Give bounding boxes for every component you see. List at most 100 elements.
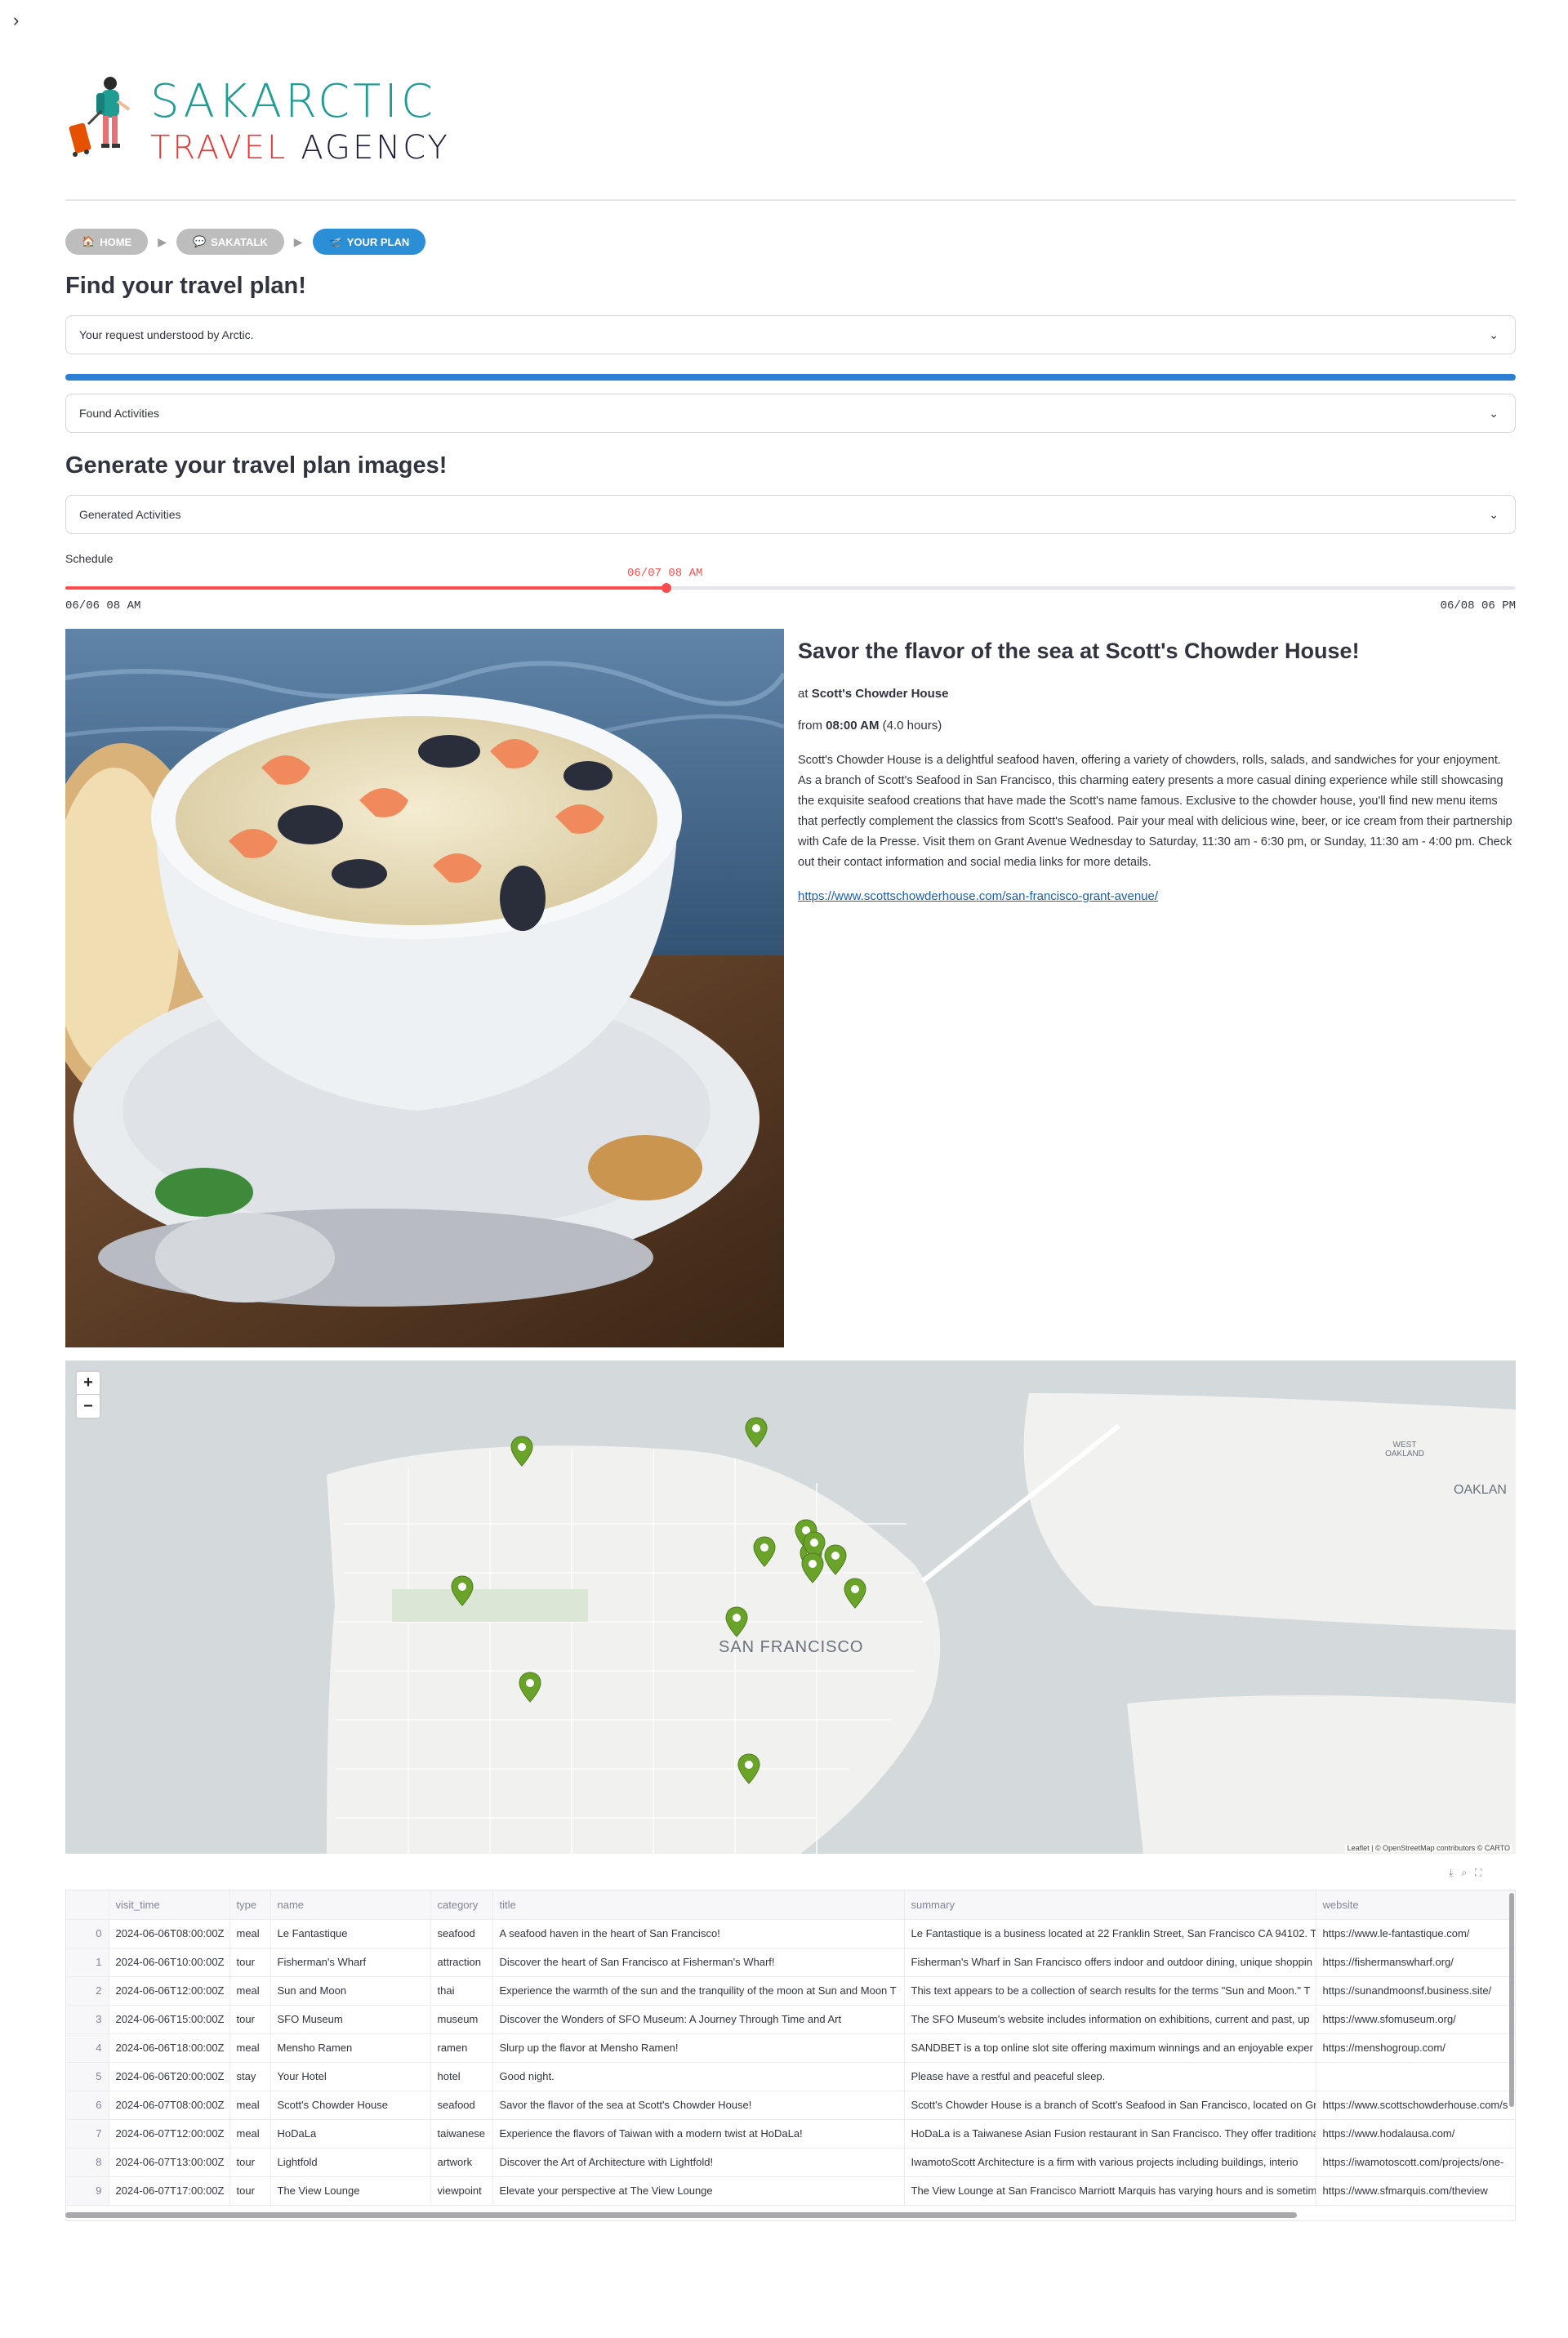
table-cell[interactable]: Slurp up the flavor at Mensho Ramen! <box>492 2033 905 2063</box>
request-expander[interactable]: Your request understood by Arctic. ⌄ <box>65 315 1516 354</box>
table-cell[interactable]: 0 <box>66 1919 109 1948</box>
table-cell[interactable]: seafood <box>430 1919 493 1948</box>
map-marker-icon[interactable] <box>737 1753 760 1784</box>
table-cell[interactable]: Your Hotel <box>270 2062 431 2091</box>
table-cell[interactable]: Experience the flavors of Taiwan with a … <box>492 2119 905 2149</box>
table-cell[interactable]: meal <box>229 2091 271 2120</box>
breadcrumb-sakatalk[interactable]: 💬 SAKATALK <box>176 229 284 255</box>
table-cell[interactable]: 4 <box>66 2033 109 2063</box>
zoom-out-button[interactable]: − <box>77 1395 100 1418</box>
table-cell[interactable]: Scott's Chowder House is a branch of Sco… <box>904 2091 1316 2120</box>
table-cell[interactable]: Discover the Wonders of SFO Museum: A Jo… <box>492 2005 905 2034</box>
table-cell[interactable]: 5 <box>66 2062 109 2091</box>
table-row[interactable]: 2 2024-06-06T12:00:00Z meal Sun and Moon tha… <box>66 1976 1515 2006</box>
map-marker-icon[interactable] <box>753 1536 776 1567</box>
column-header[interactable]: summary <box>904 1890 1316 1920</box>
table-cell[interactable]: 2024-06-06T15:00:00Z <box>109 2005 230 2034</box>
table-cell[interactable]: Experience the warmth of the sun and the… <box>492 1976 905 2006</box>
table-cell[interactable]: Discover the heart of San Francisco at F… <box>492 1948 905 1977</box>
table-row[interactable]: 6 2024-06-07T08:00:00Z meal Scott's Chowder… <box>66 2091 1515 2120</box>
table-cell[interactable]: museum <box>430 2005 493 2034</box>
table-cell[interactable]: tour <box>229 2176 271 2206</box>
table-row[interactable]: 1 2024-06-06T10:00:00Z tour Fisherman's Wha… <box>66 1948 1515 1977</box>
table-cell[interactable]: https://sunandmoonsf.business.site/ <box>1316 1976 1515 2006</box>
table-cell[interactable]: Le Fantastique is a business located at … <box>904 1919 1316 1948</box>
table-cell[interactable]: Fisherman's Wharf in San Francisco offer… <box>904 1948 1316 1977</box>
breadcrumb-your-plan[interactable]: 🛫 YOUR PLAN <box>312 229 426 255</box>
table-cell[interactable]: 2024-06-06T08:00:00Z <box>109 1919 230 1948</box>
table-row[interactable]: 0 2024-06-06T08:00:00Z meal Le Fantastique s… <box>66 1919 1515 1948</box>
table-cell[interactable]: The View Lounge at San Francisco Marriot… <box>904 2176 1316 2206</box>
table-row[interactable]: 3 2024-06-06T15:00:00Z tour SFO Museum museu… <box>66 2005 1515 2034</box>
table-cell[interactable]: meal <box>229 1919 271 1948</box>
column-header[interactable] <box>66 1890 109 1920</box>
table-cell[interactable]: Le Fantastique <box>270 1919 431 1948</box>
sidebar-expand-icon[interactable]: › <box>13 10 19 31</box>
table-cell[interactable]: 2024-06-06T10:00:00Z <box>109 1948 230 1977</box>
table-cell[interactable]: Scott's Chowder House <box>270 2091 431 2120</box>
table-cell[interactable]: meal <box>229 2119 271 2149</box>
map-marker-icon[interactable] <box>824 1544 847 1575</box>
table-cell[interactable] <box>1316 2062 1515 2091</box>
map-marker-icon[interactable] <box>510 1436 533 1467</box>
table-cell[interactable]: Good night. <box>492 2062 905 2091</box>
table-cell[interactable]: meal <box>229 1976 271 2006</box>
table-row[interactable]: 7 2024-06-07T12:00:00Z meal HoDaLa taiwanese… <box>66 2119 1515 2149</box>
table-cell[interactable]: 9 <box>66 2176 109 2206</box>
column-header[interactable]: type <box>229 1890 271 1920</box>
table-cell[interactable]: thai <box>430 1976 493 2006</box>
table-cell[interactable]: HoDaLa is a Taiwanese Asian Fusion resta… <box>904 2119 1316 2149</box>
column-header[interactable]: website <box>1316 1890 1515 1920</box>
table-cell[interactable]: IwamotoScott Architecture is a firm with… <box>904 2148 1316 2177</box>
table-vertical-scrollbar[interactable] <box>1509 1893 1514 2107</box>
table-cell[interactable]: 2024-06-06T12:00:00Z <box>109 1976 230 2006</box>
table-horizontal-scrollbar[interactable] <box>65 2212 1297 2218</box>
table-cell[interactable]: 7 <box>66 2119 109 2149</box>
table-cell[interactable]: tour <box>229 2005 271 2034</box>
table-cell[interactable]: https://www.sfomuseum.org/ <box>1316 2005 1515 2034</box>
map[interactable]: SAN FRANCISCO OAKLAN WEST OAKLAND + − Le… <box>65 1360 1516 1854</box>
map-marker-icon[interactable] <box>451 1575 474 1606</box>
map-marker-icon[interactable] <box>801 1552 824 1584</box>
schedule-slider-thumb[interactable] <box>662 583 671 593</box>
generated-activities-expander[interactable]: Generated Activities ⌄ <box>65 495 1516 534</box>
map-marker-icon[interactable] <box>745 1417 768 1448</box>
table-cell[interactable]: SFO Museum <box>270 2005 431 2034</box>
column-header[interactable]: category <box>430 1890 493 1920</box>
table-cell[interactable]: viewpoint <box>430 2176 493 2206</box>
table-cell[interactable]: This text appears to be a collection of … <box>904 1976 1316 2006</box>
table-cell[interactable]: https://www.hodalausa.com/ <box>1316 2119 1515 2149</box>
table-cell[interactable]: https://menshogroup.com/ <box>1316 2033 1515 2063</box>
table-cell[interactable]: Elevate your perspective at The View Lou… <box>492 2176 905 2206</box>
table-cell[interactable]: Discover the Art of Architecture with Li… <box>492 2148 905 2177</box>
table-cell[interactable]: 3 <box>66 2005 109 2034</box>
table-cell[interactable]: 2024-06-06T20:00:00Z <box>109 2062 230 2091</box>
table-cell[interactable]: artwork <box>430 2148 493 2177</box>
column-header[interactable]: title <box>492 1890 905 1920</box>
table-cell[interactable]: 8 <box>66 2148 109 2177</box>
table-cell[interactable]: taiwanese <box>430 2119 493 2149</box>
table-cell[interactable]: https://fishermanswharf.org/ <box>1316 1948 1515 1977</box>
table-cell[interactable]: 2024-06-07T13:00:00Z <box>109 2148 230 2177</box>
fullscreen-icon[interactable]: ⛶ <box>1475 1867 1481 1879</box>
table-cell[interactable]: Lightfold <box>270 2148 431 2177</box>
table-cell[interactable]: 1 <box>66 1948 109 1977</box>
table-cell[interactable]: 2024-06-07T08:00:00Z <box>109 2091 230 2120</box>
breadcrumb-home[interactable]: 🏠 HOME <box>65 229 149 255</box>
table-cell[interactable]: 2024-06-07T17:00:00Z <box>109 2176 230 2206</box>
table-row[interactable]: 8 2024-06-07T13:00:00Z tour Lightfold artwor… <box>66 2148 1515 2177</box>
column-header[interactable]: name <box>270 1890 431 1920</box>
table-row[interactable]: 5 2024-06-06T20:00:00Z stay Your Hotel hotel… <box>66 2062 1515 2091</box>
map-attribution[interactable]: Leaflet | © OpenStreetMap contributors ©… <box>1344 1844 1512 1852</box>
found-activities-expander[interactable]: Found Activities ⌄ <box>65 394 1516 433</box>
table-row[interactable]: 4 2024-06-06T18:00:00Z meal Mensho Ramen ram… <box>66 2033 1515 2063</box>
table-cell[interactable]: https://www.le-fantastique.com/ <box>1316 1919 1515 1948</box>
column-header[interactable]: visit_time <box>109 1890 230 1920</box>
search-icon[interactable]: ⌕ <box>1461 1867 1467 1879</box>
table-cell[interactable]: Savor the flavor of the sea at Scott's C… <box>492 2091 905 2120</box>
table-cell[interactable]: HoDaLa <box>270 2119 431 2149</box>
table-cell[interactable]: attraction <box>430 1948 493 1977</box>
schedule-slider[interactable] <box>65 583 1516 593</box>
table-cell[interactable]: Fisherman's Wharf <box>270 1948 431 1977</box>
download-icon[interactable]: ⤓ <box>1449 1867 1453 1879</box>
